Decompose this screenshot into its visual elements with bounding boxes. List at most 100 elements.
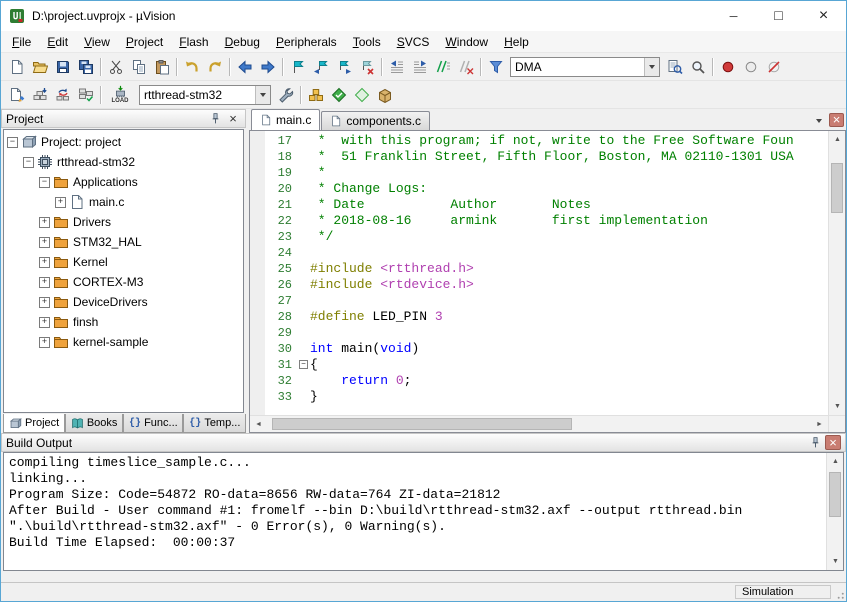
minimize-button[interactable]: [711, 1, 756, 31]
breakpoint-margin[interactable]: [250, 245, 265, 261]
scroll-up-icon[interactable]: ▲: [827, 453, 844, 470]
tree-item-stm32-hal[interactable]: +STM32_HAL: [4, 232, 243, 252]
panel-tab-project[interactable]: Project: [3, 414, 65, 433]
editor-tab-components-c[interactable]: components.c: [321, 111, 430, 130]
maximize-button[interactable]: [756, 1, 801, 31]
breakpoint-margin[interactable]: [250, 341, 265, 357]
scrollbar-track[interactable]: [829, 148, 845, 398]
breakpoint-margin[interactable]: [250, 357, 265, 373]
fold-toggle-icon[interactable]: −: [299, 360, 308, 369]
cut-button[interactable]: [104, 56, 127, 78]
scrollbar-thumb[interactable]: [831, 163, 843, 213]
panel-tab-func[interactable]: {}Func...: [123, 414, 183, 433]
rebuild-button[interactable]: [51, 84, 74, 106]
redo-button[interactable]: [203, 56, 226, 78]
scrollbar-thumb[interactable]: [272, 418, 571, 430]
uncomment-selection-button[interactable]: [454, 56, 477, 78]
expand-toggle[interactable]: +: [39, 317, 50, 328]
breakpoint-margin[interactable]: [250, 309, 265, 325]
tree-item-main-c[interactable]: +main.c: [4, 192, 243, 212]
build-output-close-button[interactable]: [825, 435, 841, 450]
previous-bookmark-button[interactable]: [309, 56, 332, 78]
expand-toggle[interactable]: −: [39, 177, 50, 188]
breakpoint-margin[interactable]: [250, 229, 265, 245]
build-output-scrollbar[interactable]: ▲ ▼: [826, 453, 843, 570]
editor-horizontal-scrollbar[interactable]: ◄ ►: [250, 416, 828, 432]
breakpoint-margin[interactable]: [250, 325, 265, 341]
expand-toggle[interactable]: +: [55, 197, 66, 208]
incremental-find-button[interactable]: [686, 56, 709, 78]
breakpoint-margin[interactable]: [250, 197, 265, 213]
scroll-right-icon[interactable]: ►: [811, 416, 828, 433]
pin-button[interactable]: [207, 111, 223, 126]
toggle-bookmark-button[interactable]: [286, 56, 309, 78]
find-in-files-button[interactable]: [484, 56, 507, 78]
breakpoint-margin[interactable]: [250, 133, 265, 149]
menu-flash[interactable]: Flash: [171, 32, 216, 52]
editor-vertical-scrollbar[interactable]: ▲ ▼: [828, 131, 845, 415]
comment-selection-button[interactable]: [431, 56, 454, 78]
project-panel-close-button[interactable]: [225, 111, 241, 126]
navigate-back-button[interactable]: [233, 56, 256, 78]
save-all-button[interactable]: [74, 56, 97, 78]
unindent-button[interactable]: [385, 56, 408, 78]
close-file-button[interactable]: [829, 113, 844, 127]
batch-build-button[interactable]: [74, 84, 97, 106]
tree-item-drivers[interactable]: +Drivers: [4, 212, 243, 232]
editor-tab-main-c[interactable]: main.c: [251, 109, 320, 130]
expand-toggle[interactable]: +: [39, 237, 50, 248]
expand-toggle[interactable]: +: [39, 277, 50, 288]
load-button[interactable]: LOAD: [104, 82, 136, 108]
menu-file[interactable]: File: [4, 32, 39, 52]
code-editor[interactable]: 17 * with this program; if not, write to…: [250, 131, 828, 415]
target-combobox[interactable]: rtthread-stm32: [139, 85, 271, 105]
menu-svcs[interactable]: SVCS: [389, 32, 438, 52]
open-file-button[interactable]: [28, 56, 51, 78]
clear-bookmarks-button[interactable]: [355, 56, 378, 78]
menu-window[interactable]: Window: [437, 32, 496, 52]
expand-toggle[interactable]: +: [39, 297, 50, 308]
tree-item-devicedrivers[interactable]: +DeviceDrivers: [4, 292, 243, 312]
undo-button[interactable]: [180, 56, 203, 78]
scroll-up-icon[interactable]: ▲: [829, 131, 846, 148]
menu-debug[interactable]: Debug: [217, 32, 268, 52]
tree-item-project-project[interactable]: −Project: project: [4, 132, 243, 152]
scroll-left-icon[interactable]: ◄: [250, 416, 267, 433]
breakpoint-margin[interactable]: [250, 373, 265, 389]
menu-tools[interactable]: Tools: [345, 32, 389, 52]
breakpoint-margin[interactable]: [250, 389, 265, 405]
tree-item-applications[interactable]: −Applications: [4, 172, 243, 192]
indent-button[interactable]: [408, 56, 431, 78]
save-button[interactable]: [51, 56, 74, 78]
search-combobox[interactable]: DMA: [510, 57, 660, 77]
tab-list-button[interactable]: [811, 113, 826, 127]
build-button[interactable]: [28, 84, 51, 106]
tree-item-rtthread-stm32[interactable]: −rtthread-stm32: [4, 152, 243, 172]
select-software-packs-button[interactable]: [350, 84, 373, 106]
copy-button[interactable]: [127, 56, 150, 78]
tree-item-finsh[interactable]: +finsh: [4, 312, 243, 332]
breakpoint-margin[interactable]: [250, 181, 265, 197]
expand-toggle[interactable]: −: [23, 157, 34, 168]
resize-grip[interactable]: [832, 583, 846, 601]
manage-rte-button[interactable]: [327, 84, 350, 106]
tree-item-kernel-sample[interactable]: +kernel-sample: [4, 332, 243, 352]
options-for-target-button[interactable]: [274, 84, 297, 106]
panel-resize-gap[interactable]: [1, 573, 846, 582]
expand-toggle[interactable]: +: [39, 337, 50, 348]
menu-peripherals[interactable]: Peripherals: [268, 32, 345, 52]
menu-edit[interactable]: Edit: [39, 32, 76, 52]
panel-tab-books[interactable]: Books: [65, 414, 123, 433]
panel-tab-temp[interactable]: {}Temp...: [183, 414, 246, 433]
chevron-down-icon[interactable]: [255, 86, 270, 104]
menu-help[interactable]: Help: [496, 32, 537, 52]
pin-button[interactable]: [807, 435, 823, 450]
new-file-button[interactable]: [5, 56, 28, 78]
breakpoint-margin[interactable]: [250, 293, 265, 309]
next-bookmark-button[interactable]: [332, 56, 355, 78]
toggle-breakpoint-button[interactable]: [716, 56, 739, 78]
tree-item-kernel[interactable]: +Kernel: [4, 252, 243, 272]
chevron-down-icon[interactable]: [644, 58, 659, 76]
expand-toggle[interactable]: +: [39, 257, 50, 268]
build-output-text[interactable]: compiling timeslice_sample.c...linking..…: [4, 453, 826, 570]
